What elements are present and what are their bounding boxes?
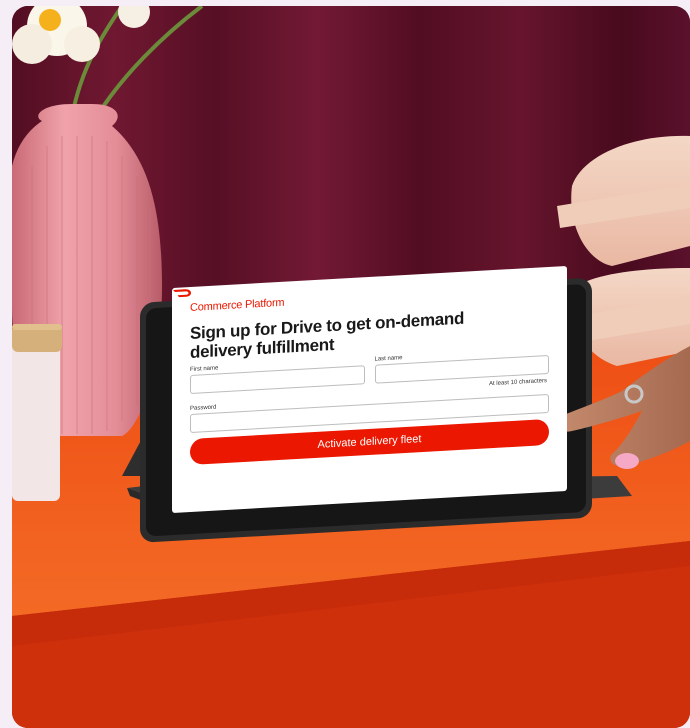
first-name-group: First name <box>190 357 365 394</box>
brand-header: Commerce Platform <box>173 281 549 315</box>
last-name-group: Last name <box>374 347 549 384</box>
brand-name: Commerce Platform <box>190 296 285 314</box>
tablet-screen: Commerce Platform Sign up for Drive to g… <box>172 265 567 513</box>
doordash-logo-icon <box>173 289 191 298</box>
product-photo: Commerce Platform Sign up for Drive to g… <box>12 6 690 728</box>
